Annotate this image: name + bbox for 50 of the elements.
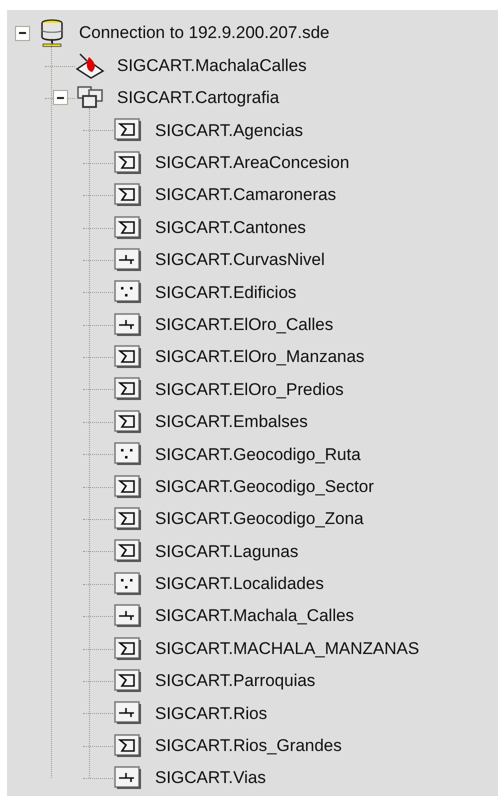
tree-item-label[interactable]: SIGCART.ElOro_Predios <box>155 376 344 402</box>
polygon-layer-icon <box>114 410 142 434</box>
polygon-layer-icon <box>114 150 142 175</box>
tree-item-label[interactable]: SIGCART.Geocodigo_Sector <box>155 474 374 500</box>
tree-item-label[interactable]: SIGCART.Agencias <box>155 118 304 144</box>
polygon-layer-icon <box>114 474 142 499</box>
collapse-button[interactable] <box>52 90 68 106</box>
line-layer-icon <box>114 766 142 790</box>
tree-item-label[interactable]: Connection to 192.9.200.207.sde <box>79 20 330 46</box>
point-layer-icon <box>114 280 142 304</box>
line-layer-icon <box>114 312 142 337</box>
polygon-layer-icon <box>114 636 142 661</box>
polygon-layer-icon <box>114 734 142 758</box>
tree-item-label[interactable]: SIGCART.Embalses <box>155 409 308 435</box>
point-layer-icon <box>114 442 142 466</box>
polygon-layer-icon <box>114 216 142 240</box>
tree-item-label[interactable]: SIGCART.ElOro_Calles <box>155 312 334 338</box>
tree-item-label[interactable]: SIGCART.Camaroneras <box>155 182 336 208</box>
tree-item-label[interactable]: SIGCART.Rios <box>155 700 268 726</box>
tree-item-label[interactable]: SIGCART.ElOro_Manzanas <box>155 344 364 370</box>
polygon-layer-icon <box>114 539 142 564</box>
tree-item-label[interactable]: SIGCART.Machala_Calles <box>155 603 354 629</box>
line-layer-icon <box>114 604 142 628</box>
network-layer-icon <box>75 52 105 79</box>
polygon-layer-icon <box>114 377 142 402</box>
tree-item-label[interactable]: SIGCART.CurvasNivel <box>155 247 325 273</box>
tree-item-label[interactable]: SIGCART.Parroquias <box>155 668 316 694</box>
tree-item-label[interactable]: SIGCART.Cartografia <box>117 85 280 111</box>
tree-item-label[interactable]: SIGCART.Lagunas <box>155 538 298 564</box>
polygon-layer-icon <box>114 669 142 693</box>
polygon-layer-icon <box>114 507 142 532</box>
tree-item-label[interactable]: SIGCART.Vias <box>155 765 266 791</box>
tree-item-label[interactable]: SIGCART.Cantones <box>155 214 306 240</box>
point-layer-icon <box>114 572 142 596</box>
tree-item-label[interactable]: SIGCART.AreaConcesion <box>155 150 350 176</box>
tree-item-label[interactable]: SIGCART.Geocodigo_Zona <box>155 506 364 532</box>
line-layer-icon <box>114 248 142 272</box>
tree-item-label[interactable]: SIGCART.MachalaCalles <box>117 52 307 78</box>
tree-item-label[interactable]: SIGCART.Rios_Grandes <box>155 733 342 759</box>
tree-item-label[interactable]: SIGCART.MACHALA_MANZANAS <box>155 636 420 662</box>
line-layer-icon <box>114 701 142 726</box>
tree-item-label[interactable]: SIGCART.Edificios <box>155 280 296 306</box>
polygon-layer-icon <box>114 118 142 142</box>
feature-dataset-icon <box>76 84 104 111</box>
database-connection-icon <box>39 18 65 48</box>
polygon-layer-icon <box>114 183 142 208</box>
collapse-button[interactable] <box>14 26 30 41</box>
tree-item-label[interactable]: SIGCART.Localidades <box>155 571 324 597</box>
tree-item-label[interactable]: SIGCART.Geocodigo_Ruta <box>155 442 361 468</box>
polygon-layer-icon <box>114 345 142 370</box>
